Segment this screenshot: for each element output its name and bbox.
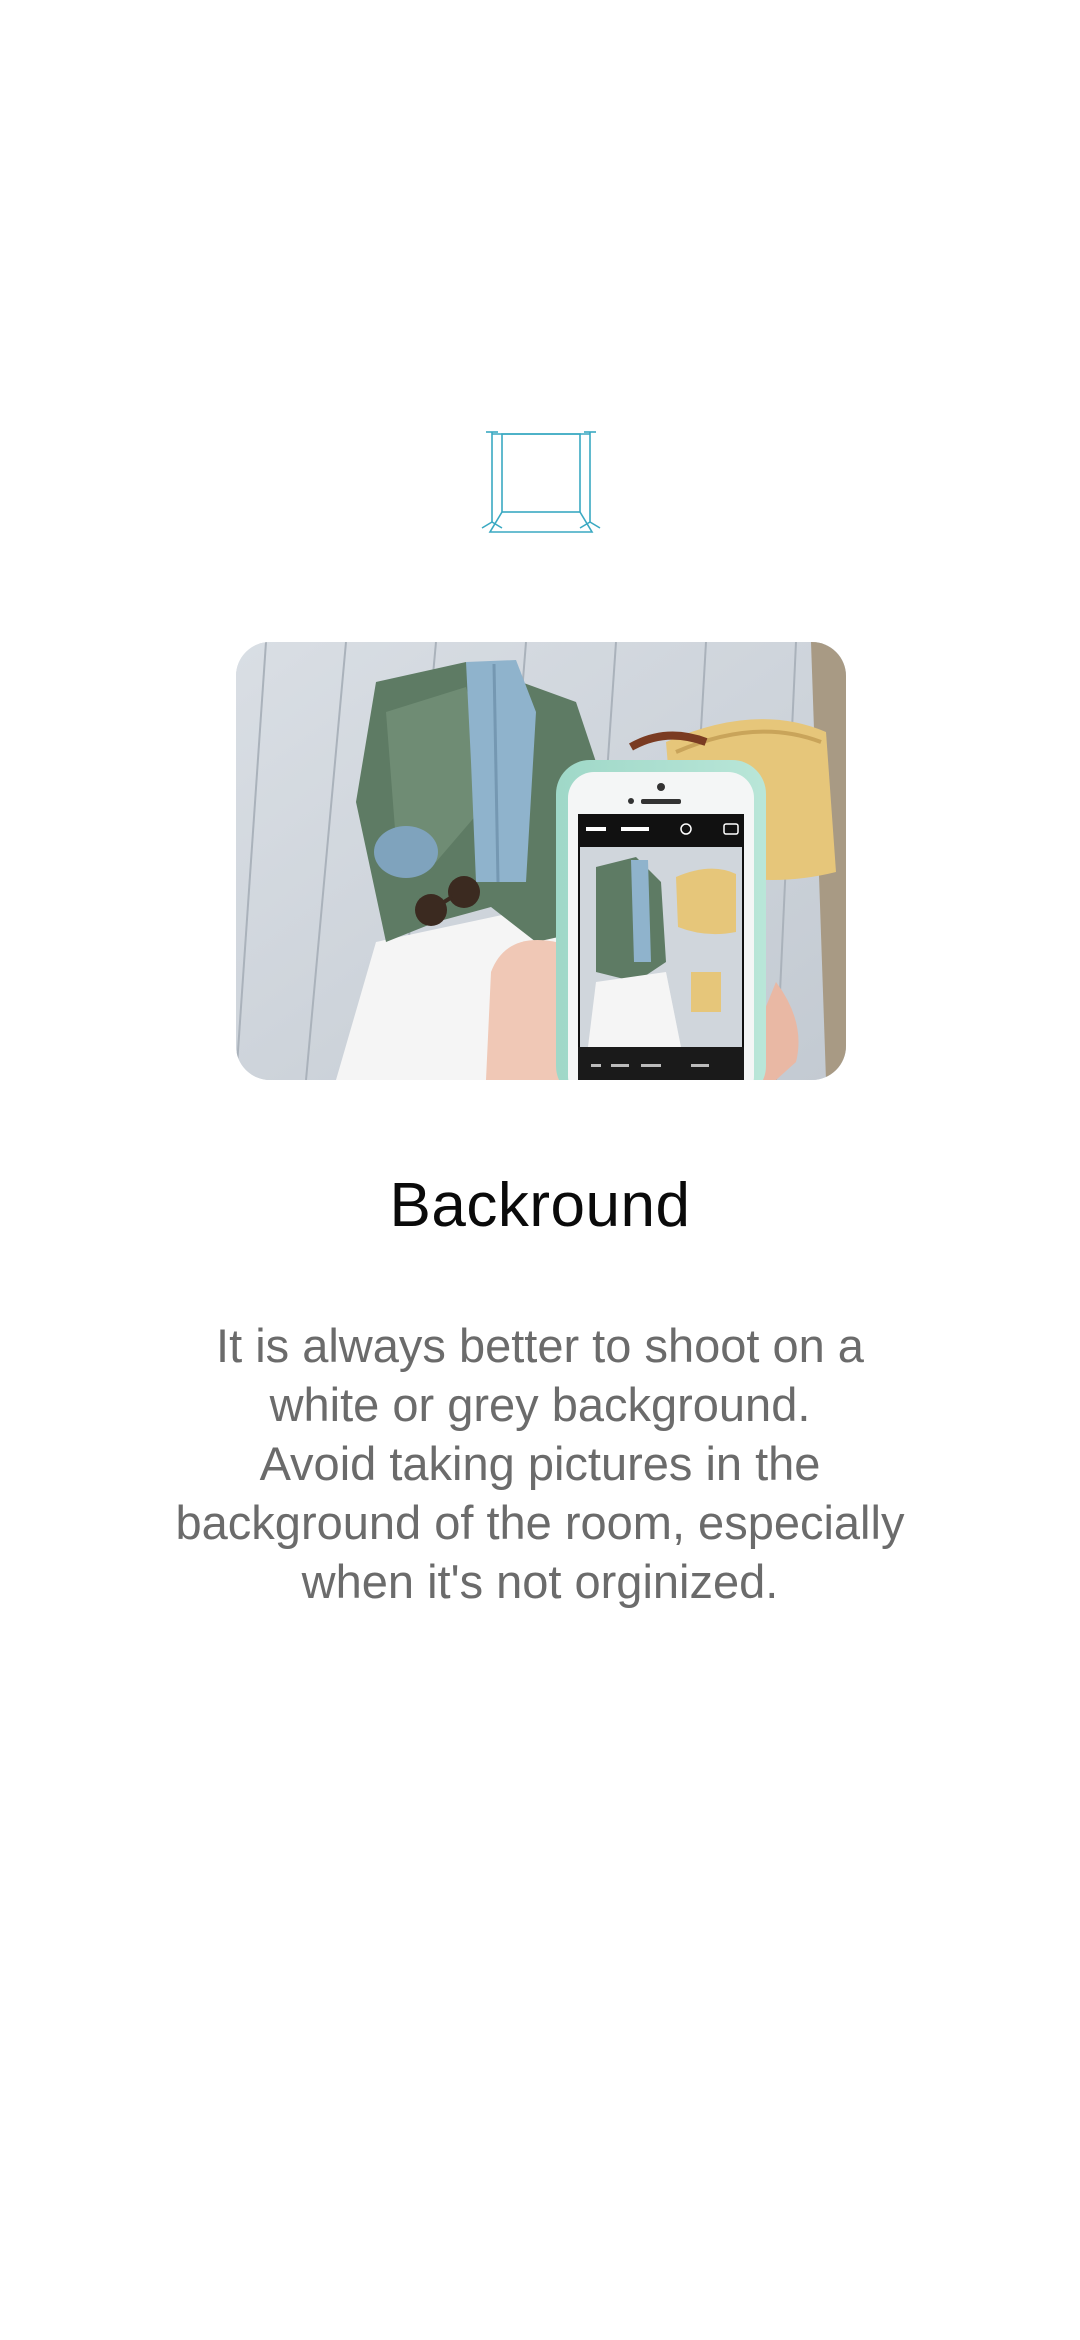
tip-title: Backround xyxy=(389,1171,691,1240)
description-line: It is always better to shoot on a xyxy=(216,1319,864,1372)
example-photo xyxy=(236,642,846,1080)
photo-backdrop-icon xyxy=(478,428,604,538)
tip-screen: Backround It is always better to shoot o… xyxy=(0,0,1080,2340)
description-line: white or grey background. xyxy=(269,1378,811,1431)
description-line: background of the room, especially xyxy=(175,1496,905,1549)
description-line: when it's not orginized. xyxy=(301,1555,779,1608)
description-line: Avoid taking pictures in the xyxy=(259,1437,821,1490)
tip-description: It is always better to shoot on a white … xyxy=(120,1316,960,1611)
